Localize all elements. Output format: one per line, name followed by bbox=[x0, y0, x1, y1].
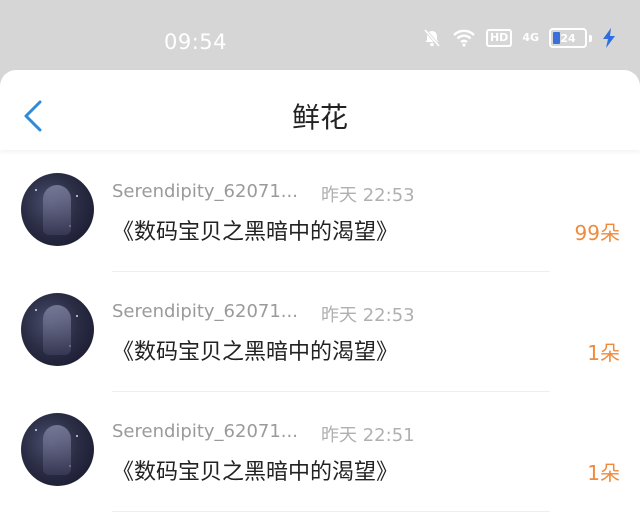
avatar[interactable] bbox=[21, 173, 94, 246]
book-title[interactable]: 《数码宝贝之黑暗中的渴望》 bbox=[112, 454, 398, 486]
page-title: 鲜花 bbox=[291, 101, 348, 134]
nav-header: 鲜花 bbox=[0, 70, 640, 150]
battery-level: 24 bbox=[560, 31, 576, 45]
network-badge: 4G bbox=[522, 31, 539, 44]
timestamp: 昨天 22:53 bbox=[321, 185, 415, 206]
avatar[interactable] bbox=[21, 293, 94, 366]
timestamp: 昨天 22:51 bbox=[321, 425, 415, 446]
status-time: 09:54 bbox=[164, 30, 228, 54]
username[interactable]: Serendipity_62071... bbox=[112, 181, 302, 202]
timestamp: 昨天 22:53 bbox=[321, 305, 415, 326]
status-icons: HD 4G 24 bbox=[422, 28, 616, 48]
flower-count: 1朵 bbox=[587, 461, 620, 485]
book-title[interactable]: 《数码宝贝之黑暗中的渴望》 bbox=[112, 334, 398, 366]
username[interactable]: Serendipity_62071... bbox=[112, 301, 302, 322]
avatar[interactable] bbox=[21, 413, 94, 486]
list-item[interactable]: Serendipity_62071... 昨天 22:51 《数码宝贝之黑暗中的… bbox=[0, 392, 640, 512]
battery-cap bbox=[589, 34, 592, 42]
book-title[interactable]: 《数码宝贝之黑暗中的渴望》 bbox=[112, 214, 398, 246]
username[interactable]: Serendipity_62071... bbox=[112, 421, 302, 442]
lightning-icon bbox=[602, 28, 616, 48]
list-item[interactable]: Serendipity_62071... 昨天 22:53 《数码宝贝之黑暗中的… bbox=[0, 272, 640, 392]
hd-badge: HD bbox=[485, 29, 513, 47]
battery-fill bbox=[553, 32, 561, 44]
battery-icon: 24 bbox=[549, 28, 587, 48]
divider bbox=[112, 511, 550, 512]
wifi-icon bbox=[452, 29, 476, 47]
flower-list: Serendipity_62071... 昨天 22:53 《数码宝贝之黑暗中的… bbox=[0, 152, 640, 512]
flower-count: 1朵 bbox=[587, 341, 620, 365]
list-item[interactable]: Serendipity_62071... 昨天 22:53 《数码宝贝之黑暗中的… bbox=[0, 152, 640, 272]
flower-count: 99朵 bbox=[574, 221, 620, 245]
bell-off-icon bbox=[422, 28, 442, 48]
